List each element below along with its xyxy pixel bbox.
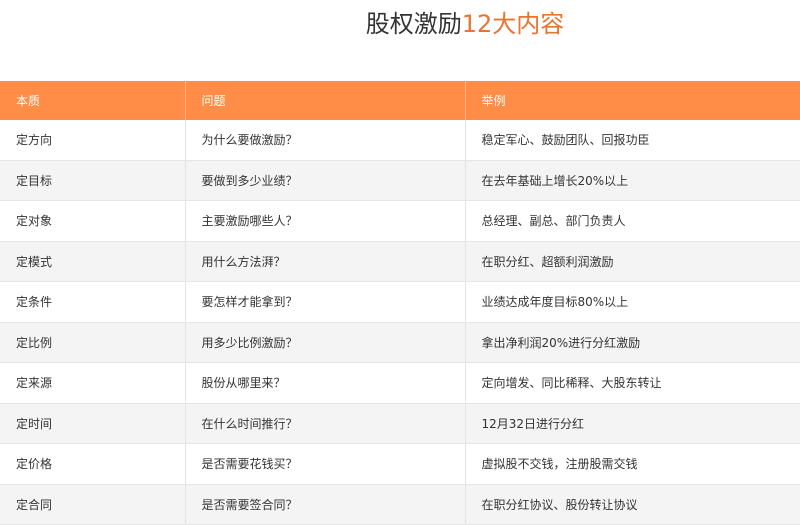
- cell-question: 股份从哪里来？: [185, 362, 466, 404]
- cell-essence: 定合同: [0, 484, 186, 525]
- cell-example: 拿出净利润20%进行分红激励: [465, 322, 800, 363]
- cell-example: 稳定军心、鼓励团队、回报功臣: [465, 120, 800, 161]
- table-row: 定时间 在什么时间推行？ 12月32日进行分红: [0, 403, 800, 444]
- page-title: 股权激励12大内容: [0, 8, 800, 40]
- title-accent: 12大内容: [461, 10, 565, 38]
- header-example: 举例: [465, 81, 800, 120]
- title-main: 股权激励: [365, 10, 462, 38]
- header-essence: 本质: [0, 81, 186, 120]
- cell-question: 要怎样才能拿到？: [185, 281, 466, 323]
- table-row: 定条件 要怎样才能拿到？ 业绩达成年度目标80%以上: [0, 281, 800, 323]
- cell-example: 在职分红协议、股份转让协议: [465, 484, 800, 525]
- cell-essence: 定来源: [0, 362, 186, 404]
- cell-question: 为什么要做激励？: [185, 120, 466, 161]
- table-row: 定对象 主要激励哪些人？ 总经理、副总、部门负责人: [0, 200, 800, 242]
- table-row: 定模式 用什么方法湃？ 在职分红、超额利润激励: [0, 241, 800, 282]
- cell-question: 主要激励哪些人？: [185, 200, 466, 242]
- cell-question: 是否需要签合同？: [185, 484, 466, 525]
- cell-essence: 定条件: [0, 281, 186, 323]
- cell-example: 在去年基础上增长20%以上: [465, 160, 800, 201]
- cell-essence: 定方向: [0, 120, 186, 161]
- cell-question: 用多少比例激励？: [185, 322, 466, 363]
- cell-question: 在什么时间推行？: [185, 403, 466, 444]
- cell-essence: 定对象: [0, 200, 186, 242]
- cell-essence: 定价格: [0, 443, 186, 485]
- cell-example: 业绩达成年度目标80%以上: [465, 281, 800, 323]
- cell-question: 用什么方法湃？: [185, 241, 466, 282]
- table-header-row: 本质 问题 举例: [0, 81, 800, 120]
- table-row: 定来源 股份从哪里来？ 定向增发、同比稀释、大股东转让: [0, 362, 800, 404]
- table-row: 定方向 为什么要做激励？ 稳定军心、鼓励团队、回报功臣: [0, 120, 800, 161]
- cell-essence: 定比例: [0, 322, 186, 363]
- table-row: 定价格 是否需要花钱买？ 虚拟股不交钱，注册股需交钱: [0, 443, 800, 485]
- cell-example: 在职分红、超额利润激励: [465, 241, 800, 282]
- cell-example: 总经理、副总、部门负责人: [465, 200, 800, 242]
- table-row: 定合同 是否需要签合同？ 在职分红协议、股份转让协议: [0, 484, 800, 525]
- table-row: 定比例 用多少比例激励？ 拿出净利润20%进行分红激励: [0, 322, 800, 363]
- cell-example: 定向增发、同比稀释、大股东转让: [465, 362, 800, 404]
- cell-essence: 定目标: [0, 160, 186, 201]
- cell-essence: 定模式: [0, 241, 186, 282]
- cell-example: 虚拟股不交钱，注册股需交钱: [465, 443, 800, 485]
- table-row: 定目标 要做到多少业绩？ 在去年基础上增长20%以上: [0, 160, 800, 201]
- cell-essence: 定时间: [0, 403, 186, 444]
- cell-question: 是否需要花钱买？: [185, 443, 466, 485]
- cell-question: 要做到多少业绩？: [185, 160, 466, 201]
- header-question: 问题: [185, 81, 466, 120]
- content-table: 本质 问题 举例 定方向 为什么要做激励？ 稳定军心、鼓励团队、回报功臣 定目标…: [0, 81, 800, 525]
- cell-example: 12月32日进行分红: [465, 403, 800, 444]
